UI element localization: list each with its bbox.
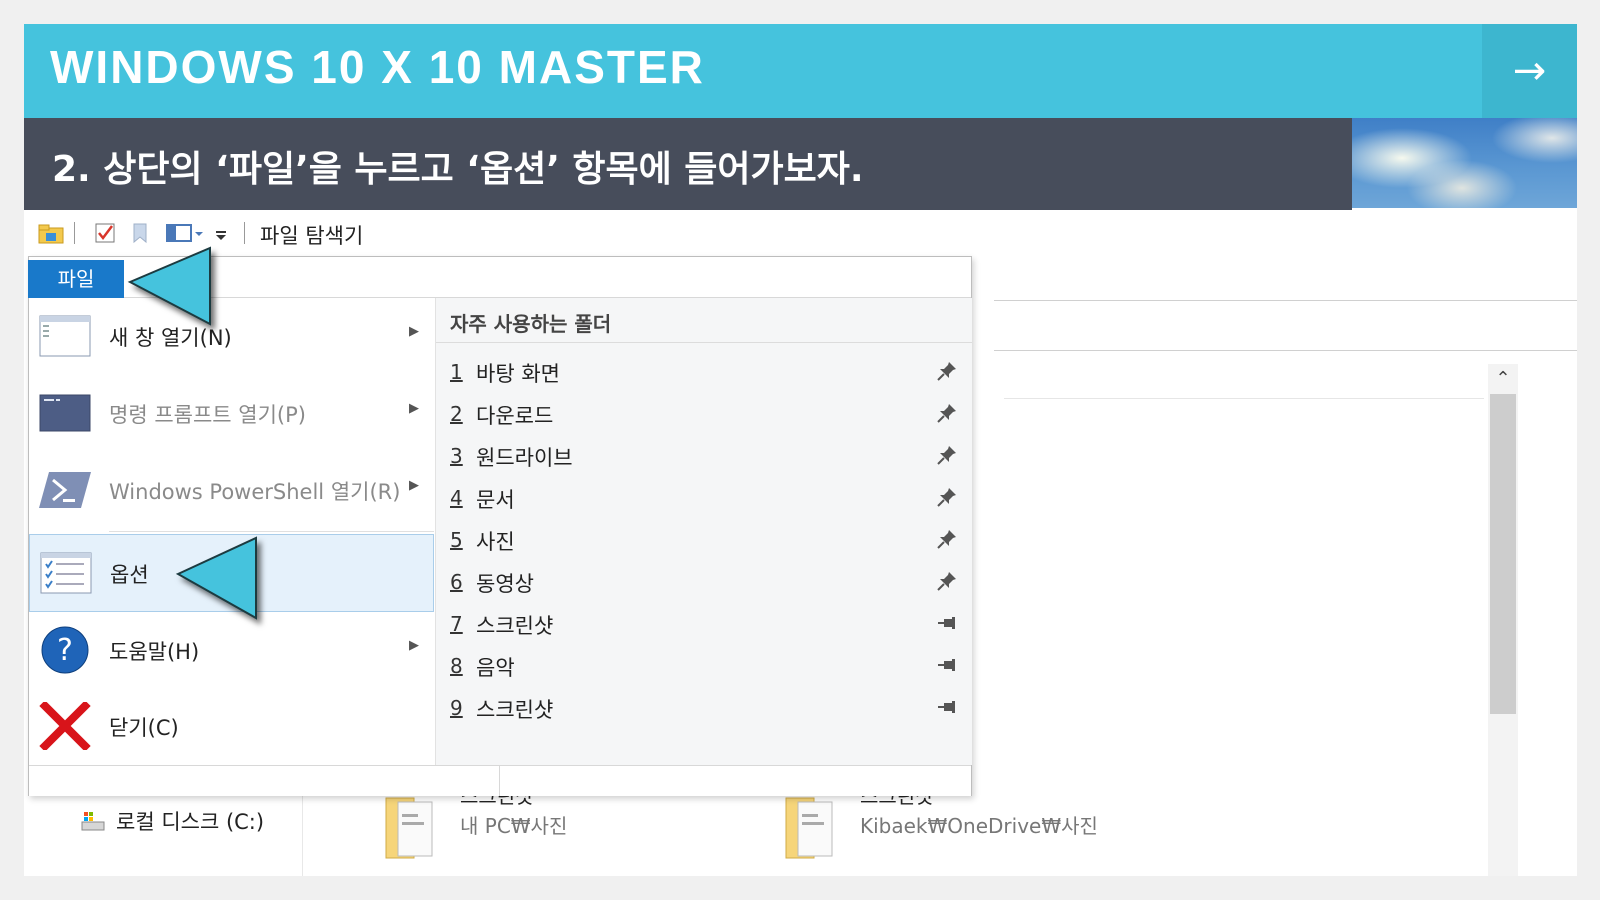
frequent-folder-item[interactable]: 3 원드라이브 — [436, 434, 972, 476]
pinned-icon[interactable] — [936, 360, 958, 382]
toolbar-separator — [74, 222, 75, 244]
item-number: 8 — [450, 654, 463, 678]
submenu-arrow-icon: ▶ — [409, 324, 419, 339]
frequent-folder-item[interactable]: 2 다운로드 — [436, 392, 972, 434]
frequent-folder-item[interactable]: 9 스크린샷 — [436, 686, 972, 728]
quick-access-toolbar: 파일 탐색기 — [24, 210, 1577, 256]
pointer-arrow-file-icon — [127, 246, 211, 326]
item-label: 원드라이브 — [476, 446, 573, 470]
nav-local-disk[interactable]: 로컬 디스크 (C:) — [116, 806, 264, 836]
item-number: 6 — [450, 570, 463, 594]
menu-item-close[interactable]: 닫기(C) — [29, 688, 434, 764]
frequent-folders-divider — [436, 342, 972, 343]
frequent-folder-item[interactable]: 4 문서 — [436, 476, 972, 518]
item-number: 3 — [450, 444, 463, 468]
local-disk-icon — [81, 812, 105, 831]
address-divider — [994, 350, 1577, 351]
unpinned-icon[interactable] — [936, 654, 958, 676]
item-label: 바탕 화면 — [476, 362, 560, 386]
folder-home-icon[interactable] — [38, 222, 64, 244]
item-label: 문서 — [476, 488, 515, 512]
footer-divider — [499, 766, 500, 796]
window-title: 파일 탐색기 — [260, 224, 364, 248]
item-number: 1 — [450, 360, 463, 384]
item-number: 5 — [450, 528, 463, 552]
help-icon: ? — [41, 626, 89, 674]
customize-dropdown-icon[interactable] — [214, 222, 228, 244]
close-icon — [39, 702, 91, 750]
subtitle-bar: 2. 상단의 ‘파일’을 누르고 ‘옵션’ 항목에 들어가보자. — [24, 118, 1352, 210]
frequent-folder-item[interactable]: 7 스크린샷 — [436, 602, 972, 644]
properties-check-icon[interactable] — [94, 222, 116, 244]
pinned-icon[interactable] — [936, 486, 958, 508]
toolbar-separator — [244, 222, 245, 244]
item-label: 동영상 — [476, 572, 534, 596]
next-arrow-icon[interactable]: → — [1482, 24, 1577, 118]
submenu-arrow-icon: ▶ — [409, 401, 419, 416]
submenu-arrow-icon: ▶ — [409, 638, 419, 653]
file-tab[interactable]: 파일 — [28, 260, 124, 298]
view-pane-icon[interactable] — [166, 222, 206, 244]
item-number: 4 — [450, 486, 463, 510]
pointer-arrow-options-icon — [175, 536, 257, 620]
new-window-icon — [39, 315, 91, 357]
nav-pane-divider — [302, 794, 303, 876]
command-prompt-icon — [39, 394, 91, 432]
submenu-arrow-icon: ▶ — [409, 478, 419, 493]
item-label: 스크린샷 — [476, 698, 554, 722]
recent-item-path: 내 PC₩사진 — [460, 814, 568, 838]
step-subtitle: 2. 상단의 ‘파일’을 누르고 ‘옵션’ 항목에 들어가보자. — [52, 149, 864, 190]
menu-item-powershell[interactable]: Windows PowerShell 열기(R) ▶ — [29, 452, 434, 528]
item-label: 사진 — [476, 530, 515, 554]
list-header-line — [1004, 398, 1484, 399]
sky-image — [1352, 118, 1577, 208]
menu-item-label: 닫기(C) — [109, 716, 179, 740]
ribbon-divider — [994, 300, 1577, 301]
item-label: 스크린샷 — [476, 614, 554, 638]
pinned-icon[interactable] — [936, 402, 958, 424]
unpinned-icon[interactable] — [936, 696, 958, 718]
unpinned-icon[interactable] — [936, 612, 958, 634]
powershell-icon — [39, 472, 91, 508]
item-number: 7 — [450, 612, 463, 636]
frequent-folder-item[interactable]: 8 음악 — [436, 644, 972, 686]
item-label: 음악 — [476, 656, 515, 680]
screenshot-folder-icon[interactable] — [384, 794, 436, 860]
recent-item-path: Kibaek₩OneDrive₩사진 — [860, 814, 1098, 838]
frequent-folders-heading: 자주 사용하는 폴더 — [450, 312, 612, 336]
pinned-icon[interactable] — [936, 444, 958, 466]
pinned-icon[interactable] — [936, 570, 958, 592]
frequent-folder-item[interactable]: 5 사진 — [436, 518, 972, 560]
scroll-thumb[interactable] — [1490, 394, 1516, 714]
menu-item-label: 명령 프롬프트 열기(P) — [109, 403, 306, 427]
pinned-icon[interactable] — [936, 528, 958, 550]
title-banner: WINDOWS 10 X 10 MASTER → — [24, 24, 1577, 118]
svg-text:?: ? — [57, 633, 73, 668]
item-number: 9 — [450, 696, 463, 720]
screenshot-folder-icon[interactable] — [784, 794, 836, 860]
new-folder-icon[interactable] — [132, 222, 150, 244]
file-menu-footer — [29, 765, 971, 796]
banner-title: WINDOWS 10 X 10 MASTER — [50, 41, 705, 93]
menu-item-label: Windows PowerShell 열기(R) — [109, 480, 401, 504]
frequent-folders-panel: 자주 사용하는 폴더 1 바탕 화면 2 다운로드 3 원드라이브 4 문서 5… — [435, 298, 972, 765]
menu-item-command-prompt[interactable]: 명령 프롬프트 열기(P) ▶ — [29, 375, 434, 451]
frequent-folder-item[interactable]: 6 동영상 — [436, 560, 972, 602]
item-label: 다운로드 — [476, 404, 554, 428]
options-icon — [40, 552, 92, 594]
item-number: 2 — [450, 402, 463, 426]
frequent-folder-item[interactable]: 1 바탕 화면 — [436, 350, 972, 392]
slide: WINDOWS 10 X 10 MASTER → 2. 상단의 ‘파일’을 누르… — [24, 24, 1577, 876]
scroll-up-icon[interactable]: ⌃ — [1488, 364, 1518, 394]
menu-item-label: 옵션 — [110, 563, 149, 587]
vertical-scrollbar[interactable]: ⌃ — [1488, 364, 1518, 876]
